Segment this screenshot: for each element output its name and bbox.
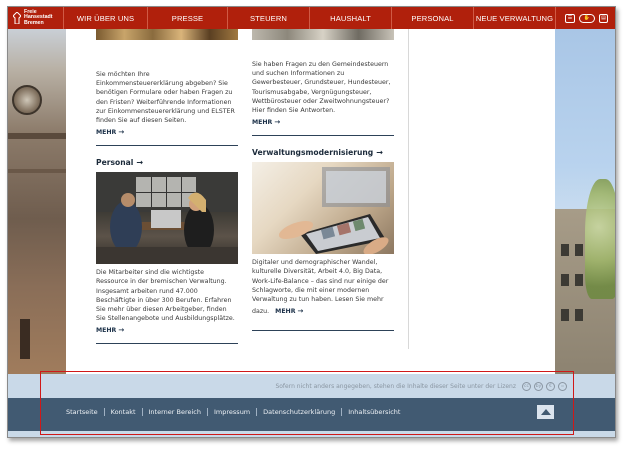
content-panel: Sie möchten Ihre Einkommensteuererklärun…	[66, 29, 555, 374]
footer-bottom-strip	[8, 431, 615, 437]
income-tax-text: Sie möchten Ihre Einkommensteuererklärun…	[96, 71, 235, 125]
footer-links: Startseite Kontakt Interner Bereich Impr…	[66, 408, 400, 416]
personal-heading-label: Personal	[96, 158, 134, 168]
municipal-tax-more-link[interactable]: MEHR →	[252, 118, 394, 126]
arrow-right-icon: →	[136, 158, 144, 168]
footer-link-inhaltsuebersicht[interactable]: Inhaltsübersicht	[348, 408, 400, 416]
license-bar: Sofern nicht anders angegeben, stehen di…	[8, 374, 615, 398]
income-tax-more-link[interactable]: MEHR →	[96, 128, 238, 136]
nav-item-neue-verwaltung[interactable]: NEUE VERWALTUNG	[474, 7, 556, 29]
separator	[141, 408, 143, 416]
footer-link-datenschutz[interactable]: Datenschutzerklärung	[263, 408, 335, 416]
scroll-to-top-button[interactable]	[537, 405, 554, 419]
section-divider	[252, 330, 394, 332]
cc-license-icons[interactable]: cc by € =	[522, 381, 567, 391]
license-text: Sofern nicht anders angegeben, stehen di…	[275, 382, 516, 390]
arrow-up-icon	[540, 409, 551, 415]
more-label: MEHR	[96, 128, 117, 136]
personal-more-link[interactable]: MEHR →	[96, 326, 238, 334]
arrow-right-icon: →	[118, 326, 125, 335]
modernisierung-text-body: Digitaler und demographischer Wandel, ku…	[252, 259, 389, 316]
coins-stack-image	[252, 29, 394, 40]
main-navigation: Freie Hansestadt Bremen WIR ÜBER UNS PRE…	[8, 7, 615, 29]
sign-language-icon[interactable]: ✋	[579, 13, 595, 23]
section-divider	[96, 343, 238, 345]
nav-item-steuern[interactable]: STEUERN	[228, 7, 310, 29]
more-label: MEHR	[252, 118, 273, 126]
key-icon	[13, 12, 21, 24]
tree-image	[585, 179, 615, 299]
browser-viewport: Freie Hansestadt Bremen WIR ÜBER UNS PRE…	[7, 6, 616, 438]
background-building-right	[555, 29, 615, 374]
separator	[103, 408, 105, 416]
personal-text: Die Mitarbeiter sind die wichtigste Ress…	[96, 269, 235, 323]
separator	[341, 408, 343, 416]
verwaltungsmodernisierung-heading[interactable]: Verwaltungsmodernisierung →	[252, 148, 394, 157]
nav-item-personal[interactable]: PERSONAL	[392, 7, 474, 29]
background-building-left	[8, 29, 66, 374]
cc-by-icon: by	[534, 381, 543, 391]
bremen-logo[interactable]: Freie Hansestadt Bremen	[8, 7, 64, 29]
footer-link-kontakt[interactable]: Kontakt	[111, 408, 136, 416]
accessibility-tools: ☰ ✋ ▤	[556, 7, 615, 29]
cc-nd-icon: =	[558, 381, 567, 391]
arrow-right-icon: →	[274, 118, 281, 127]
arrow-right-icon: →	[118, 128, 125, 137]
clock-image	[12, 85, 42, 115]
reading-icon[interactable]: ▤	[599, 13, 608, 23]
cc-icon: cc	[522, 381, 531, 391]
nav-item-haushalt[interactable]: HAUSHALT	[310, 7, 392, 29]
more-label: MEHR	[96, 326, 117, 334]
separator	[256, 408, 258, 416]
verwaltungsmodernisierung-heading-label: Verwaltungsmodernisierung	[252, 148, 374, 158]
footer-link-startseite[interactable]: Startseite	[66, 408, 98, 416]
logo-line-3: Bremen	[24, 19, 44, 26]
easy-language-icon[interactable]: ☰	[565, 13, 575, 23]
arrow-right-icon: →	[297, 307, 304, 316]
municipal-tax-text: Sie haben Fragen zu den Gemeindesteuern …	[252, 61, 391, 115]
arrow-right-icon: →	[376, 148, 383, 158]
nav-item-wir-ueber-uns[interactable]: WIR ÜBER UNS	[64, 7, 148, 29]
separator	[207, 408, 209, 416]
more-label: MEHR	[275, 308, 296, 316]
footer-link-impressum[interactable]: Impressum	[214, 408, 250, 416]
personal-heading[interactable]: Personal →	[96, 158, 238, 167]
modernisierung-text: Digitaler und demographischer Wandel, ku…	[252, 258, 394, 316]
nav-item-presse[interactable]: PRESSE	[148, 7, 228, 29]
footer-link-interner-bereich[interactable]: Interner Bereich	[149, 408, 202, 416]
column-divider	[408, 29, 409, 349]
tablet-photo	[252, 162, 394, 255]
personal-photo	[96, 172, 238, 265]
coins-image	[96, 29, 238, 40]
cc-nc-icon: €	[546, 381, 555, 391]
modernisierung-more-link[interactable]: MEHR →	[275, 307, 303, 316]
